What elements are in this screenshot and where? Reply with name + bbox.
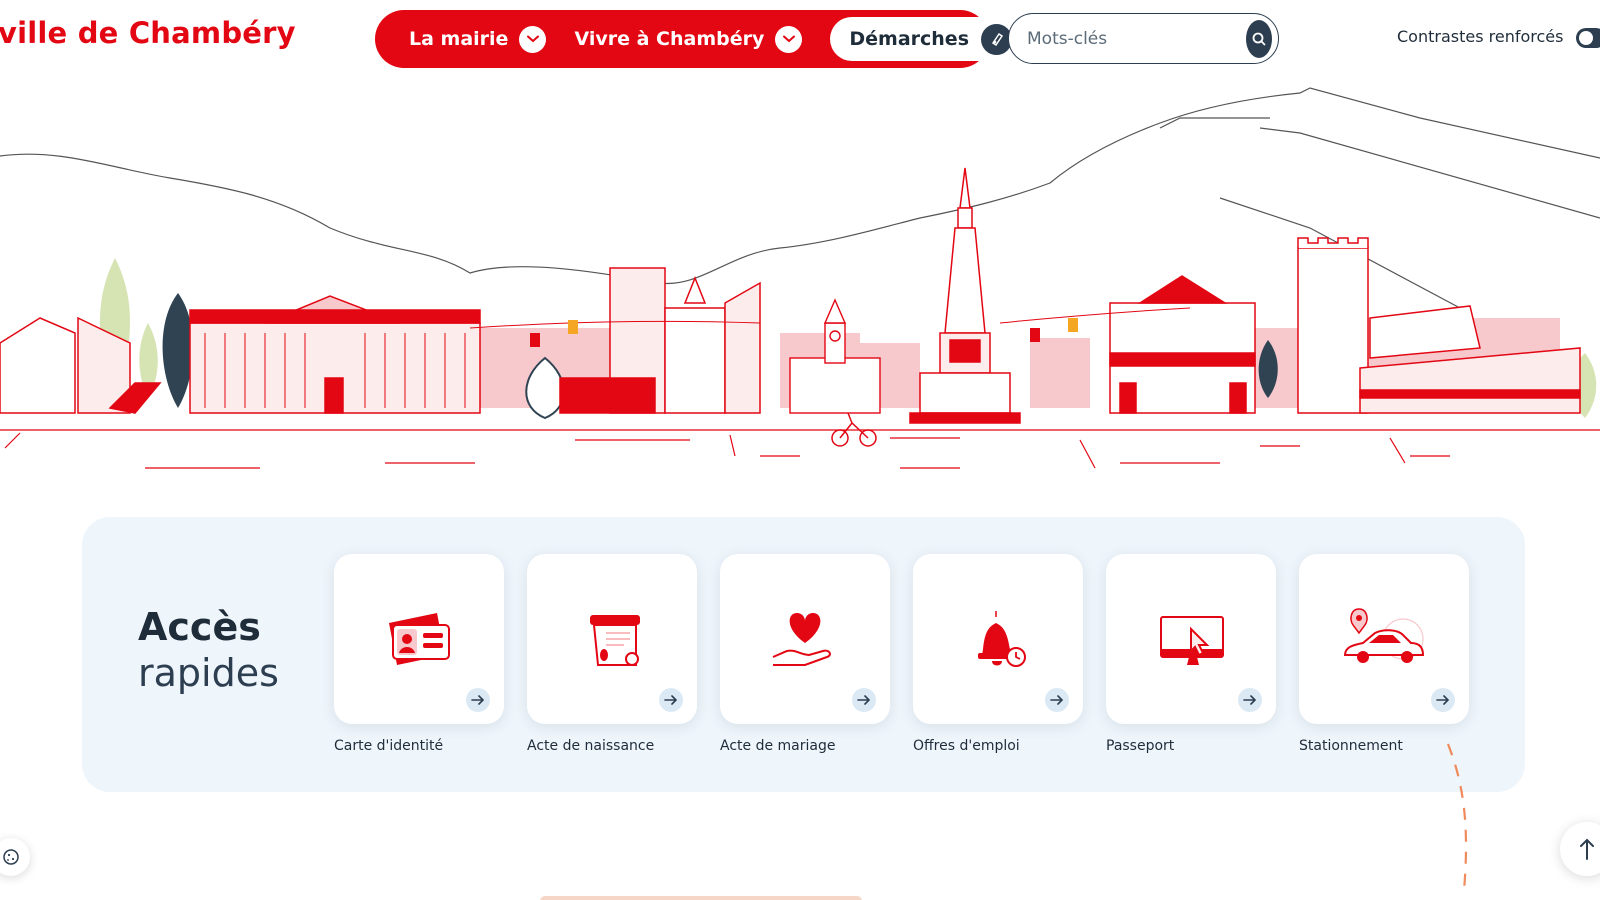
search-box (1008, 13, 1279, 64)
birth-certificate-icon (590, 615, 640, 666)
quick-access-carte-identite[interactable]: Carte d'identité (334, 554, 504, 754)
quick-access-title-line2: rapides (138, 650, 279, 695)
contrast-label: Contrastes renforcés (1397, 27, 1564, 46)
nav-item-label: Démarches (849, 28, 970, 50)
quick-access-card[interactable] (1299, 554, 1469, 724)
arrow-up-icon (1580, 838, 1594, 860)
quick-access-card[interactable] (527, 554, 697, 724)
quick-access-card[interactable] (913, 554, 1083, 724)
quick-access-label: Acte de mariage (720, 738, 836, 754)
quick-access-label: Carte d'identité (334, 738, 444, 754)
nav-item-la-mairie[interactable]: La mairie (409, 25, 547, 53)
main-navigation: La mairie Vivre à Chambéry Démarches (375, 10, 1021, 68)
arrow-right-icon (852, 688, 876, 712)
arrow-right-icon (1431, 688, 1455, 712)
heart-hand-icon (772, 613, 831, 666)
chevron-down-icon (519, 25, 547, 53)
quick-access-card[interactable] (1106, 554, 1276, 724)
search-button[interactable] (1246, 19, 1272, 58)
quick-access-acte-mariage[interactable]: Acte de mariage (720, 554, 890, 754)
nav-demarches-button[interactable]: Démarches (830, 17, 1021, 61)
quick-access-tiles: Carte d'identité Acte de naissance Acte … (334, 554, 1492, 754)
quick-access-card[interactable] (334, 554, 504, 724)
id-card-icon (389, 613, 450, 665)
cookie-settings-button[interactable] (0, 838, 30, 876)
quick-access-label: Acte de naissance (527, 738, 655, 754)
nav-item-vivre-a-chambery[interactable]: Vivre à Chambéry (574, 25, 803, 53)
back-to-top-button[interactable] (1560, 822, 1600, 876)
nav-item-label: La mairie (409, 28, 509, 50)
decorative-bar (540, 896, 862, 900)
cookie-icon (3, 849, 19, 865)
bell-clock-icon (978, 611, 1026, 667)
quick-access-stationnement[interactable]: Stationnement (1299, 554, 1469, 754)
chambery-skyline-illustration (0, 87, 1600, 469)
quick-access-offres-emploi[interactable]: Offres d'emploi (913, 554, 1083, 754)
car-pin-icon (1343, 608, 1425, 663)
contrast-toggle[interactable] (1576, 28, 1600, 48)
site-logo[interactable]: ville de Chambéry (0, 16, 296, 50)
quick-access-passeport[interactable]: Passeport (1106, 554, 1276, 754)
nav-item-label: Vivre à Chambéry (574, 28, 765, 50)
arrow-right-icon (466, 688, 490, 712)
quick-access-label: Offres d'emploi (913, 738, 1020, 754)
chevron-down-icon (775, 25, 803, 53)
search-icon (1252, 32, 1266, 45)
monitor-cursor-icon (1160, 616, 1224, 665)
arrow-right-icon (1045, 688, 1069, 712)
quick-access-title: Accès rapides (138, 605, 280, 695)
arrow-right-icon (659, 688, 683, 712)
quick-access-title-line1: Accès (138, 605, 280, 656)
quick-access-label: Passeport (1106, 738, 1175, 754)
arrow-right-icon (1238, 688, 1262, 712)
quick-access-acte-naissance[interactable]: Acte de naissance (527, 554, 697, 754)
quick-access-card[interactable] (720, 554, 890, 724)
decorative-dashed-path (1446, 743, 1468, 891)
search-input[interactable] (1027, 28, 1246, 49)
